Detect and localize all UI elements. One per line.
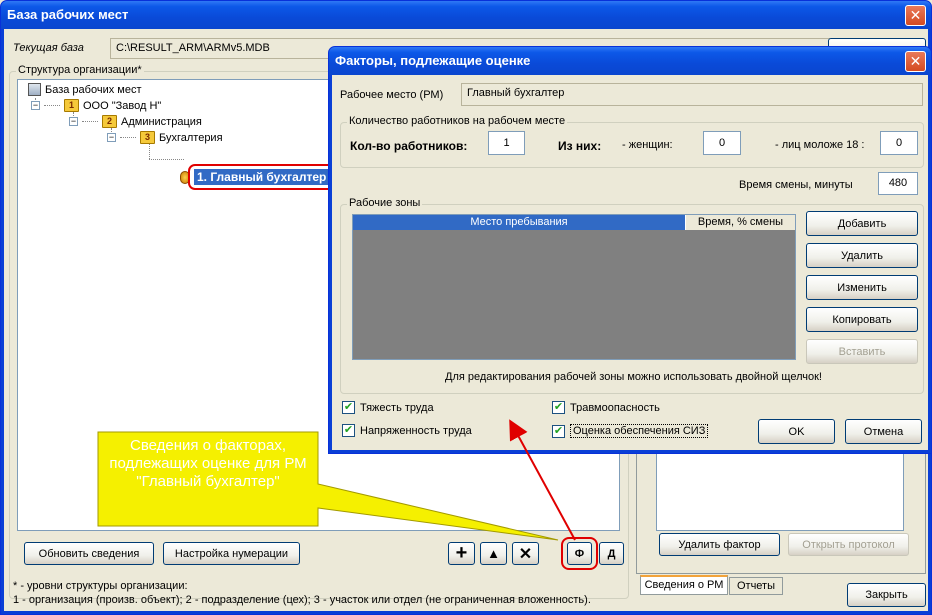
callout-text: Сведения о факторах, подлежащих оценке д… bbox=[109, 437, 307, 490]
red-arrow bbox=[509, 419, 576, 541]
callout-shape bbox=[97, 419, 576, 541]
